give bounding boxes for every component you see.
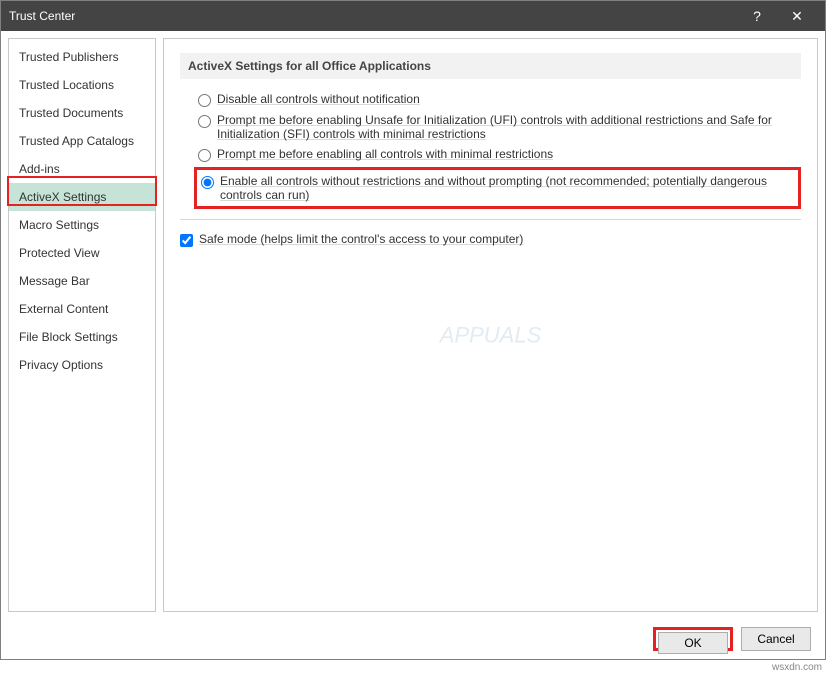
sidebar: Trusted Publishers Trusted Locations Tru… <box>8 38 156 612</box>
radio-group-activex: Disable all controls without notificatio… <box>180 89 801 209</box>
cancel-button[interactable]: Cancel <box>741 627 811 651</box>
radio-row-prompt-ufi[interactable]: Prompt me before enabling Unsafe for Ini… <box>198 110 801 144</box>
radio-row-prompt-all[interactable]: Prompt me before enabling all controls w… <box>198 144 801 165</box>
sidebar-item-trusted-publishers[interactable]: Trusted Publishers <box>9 43 155 71</box>
sidebar-item-trusted-locations[interactable]: Trusted Locations <box>9 71 155 99</box>
sidebar-item-trusted-documents[interactable]: Trusted Documents <box>9 99 155 127</box>
sidebar-item-message-bar[interactable]: Message Bar <box>9 267 155 295</box>
divider <box>180 219 801 220</box>
sidebar-item-external-content[interactable]: External Content <box>9 295 155 323</box>
sidebar-item-file-block-settings[interactable]: File Block Settings <box>9 323 155 351</box>
checkbox-label[interactable]: Safe mode (helps limit the control's acc… <box>199 232 801 246</box>
radio-enable-all[interactable] <box>201 176 214 189</box>
dialog-body: Trusted Publishers Trusted Locations Tru… <box>1 31 825 619</box>
radio-row-disable-all[interactable]: Disable all controls without notificatio… <box>198 89 801 110</box>
window-title: Trust Center <box>9 9 737 23</box>
image-credit: wsxdn.com <box>772 662 822 673</box>
radio-label[interactable]: Disable all controls without notificatio… <box>217 92 801 106</box>
sidebar-item-trusted-app-catalogs[interactable]: Trusted App Catalogs <box>9 127 155 155</box>
sidebar-item-macro-settings[interactable]: Macro Settings <box>9 211 155 239</box>
sidebar-item-privacy-options[interactable]: Privacy Options <box>9 351 155 379</box>
radio-label[interactable]: Prompt me before enabling all controls w… <box>217 147 801 161</box>
radio-prompt-ufi[interactable] <box>198 115 211 128</box>
radio-prompt-all[interactable] <box>198 149 211 162</box>
annotation-highlight-icon <box>7 176 157 206</box>
radio-label[interactable]: Enable all controls without restrictions… <box>220 174 794 202</box>
ok-button[interactable]: OK <box>658 632 728 654</box>
checkbox-row-safe-mode[interactable]: Safe mode (helps limit the control's acc… <box>180 232 801 247</box>
trust-center-dialog: Trust Center ? ✕ Trusted Publishers Trus… <box>0 0 826 660</box>
checkbox-safe-mode[interactable] <box>180 234 193 247</box>
sidebar-item-protected-view[interactable]: Protected View <box>9 239 155 267</box>
watermark-text: APPUALS <box>440 322 542 348</box>
content-panel: ActiveX Settings for all Office Applicat… <box>163 38 818 612</box>
close-button[interactable]: ✕ <box>777 8 817 25</box>
titlebar: Trust Center ? ✕ <box>1 1 825 31</box>
watermark-icon: APPUALS <box>440 322 542 348</box>
radio-disable-all[interactable] <box>198 94 211 107</box>
annotation-highlight-ok: OK <box>653 627 733 651</box>
section-header: ActiveX Settings for all Office Applicat… <box>180 53 801 79</box>
dialog-footer: OK Cancel <box>1 619 825 659</box>
help-button[interactable]: ? <box>737 8 777 24</box>
radio-row-enable-all[interactable]: Enable all controls without restrictions… <box>194 167 801 209</box>
radio-label[interactable]: Prompt me before enabling Unsafe for Ini… <box>217 113 801 141</box>
